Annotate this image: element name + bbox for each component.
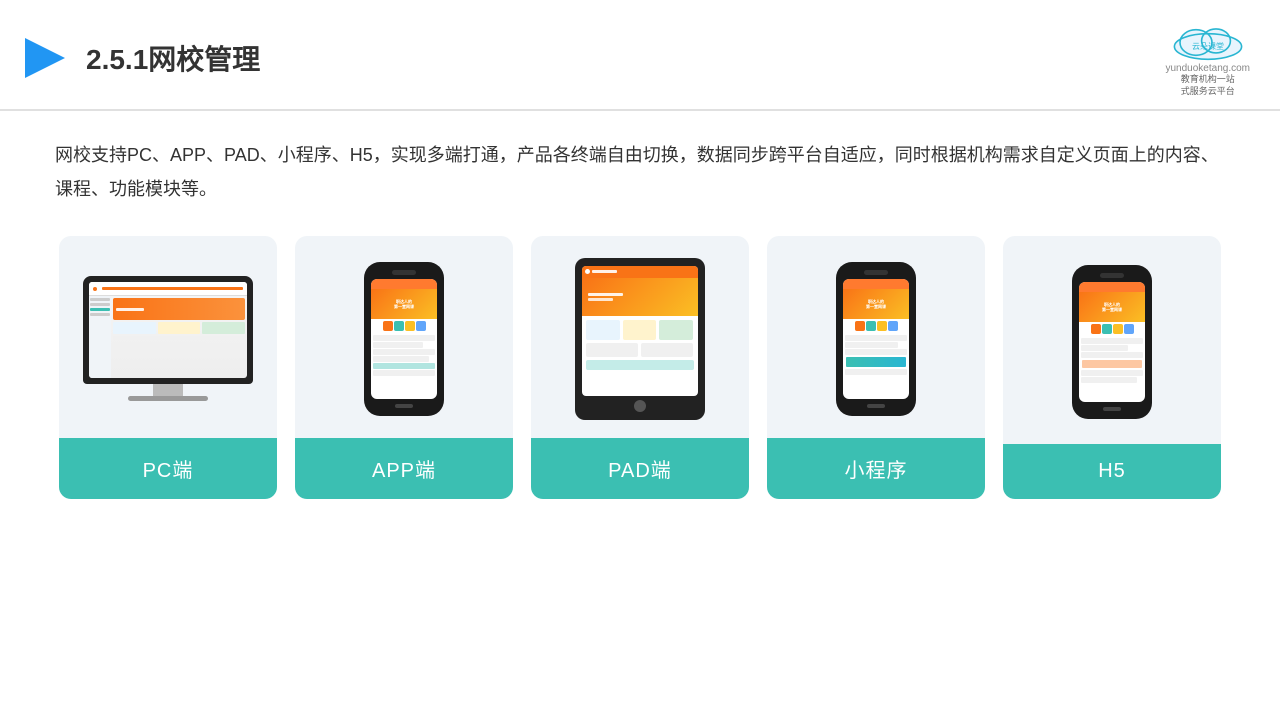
header: 2.5.1网校管理 云朵课堂 yunduoketang.com 教育机构一站 式… [0,0,1280,111]
app-mockup: 职达人的第一堂网课 [364,262,444,416]
logo-area: 云朵课堂 yunduoketang.com 教育机构一站 式服务云平台 [1165,18,1250,97]
pc-mockup [83,276,253,401]
main-content: 网校支持PC、APP、PAD、小程序、H5，实现多端打通，产品各终端自由切换，数… [0,111,1280,519]
card-pad-label: PAD端 [531,438,749,499]
card-app-label: APP端 [295,438,513,499]
card-pc-label: PC端 [59,438,277,499]
cards-container: PC端 职达人的第一堂网课 [55,236,1225,499]
card-app: 职达人的第一堂网课 [295,236,513,499]
logo-url: yunduoketang.com [1165,63,1250,74]
header-left: 2.5.1网校管理 [20,33,260,83]
page-title: 2.5.1网校管理 [86,38,260,78]
logo-tagline: 教育机构一站 式服务云平台 [1181,74,1235,97]
h5-mockup: 职达人的第一堂网课 [1072,265,1152,419]
mini-mockup: 职达人的第一堂网课 [836,262,916,416]
logo-icon: 云朵课堂 [1168,18,1248,63]
play-icon [20,33,70,83]
description-text: 网校支持PC、APP、PAD、小程序、H5，实现多端打通，产品各终端自由切换，数… [55,139,1225,206]
card-pc-image [59,236,277,438]
card-pc: PC端 [59,236,277,499]
card-pad: PAD端 [531,236,749,499]
card-mini: 职达人的第一堂网课 [767,236,985,499]
card-mini-label: 小程序 [767,438,985,499]
card-mini-image: 职达人的第一堂网课 [767,236,985,438]
card-h5: 职达人的第一堂网课 [1003,236,1221,499]
pad-mockup [575,258,705,420]
svg-text:云朵课堂: 云朵课堂 [1192,41,1224,51]
card-h5-image: 职达人的第一堂网课 [1003,236,1221,444]
card-app-image: 职达人的第一堂网课 [295,236,513,438]
card-h5-label: H5 [1003,444,1221,499]
card-pad-image [531,236,749,438]
